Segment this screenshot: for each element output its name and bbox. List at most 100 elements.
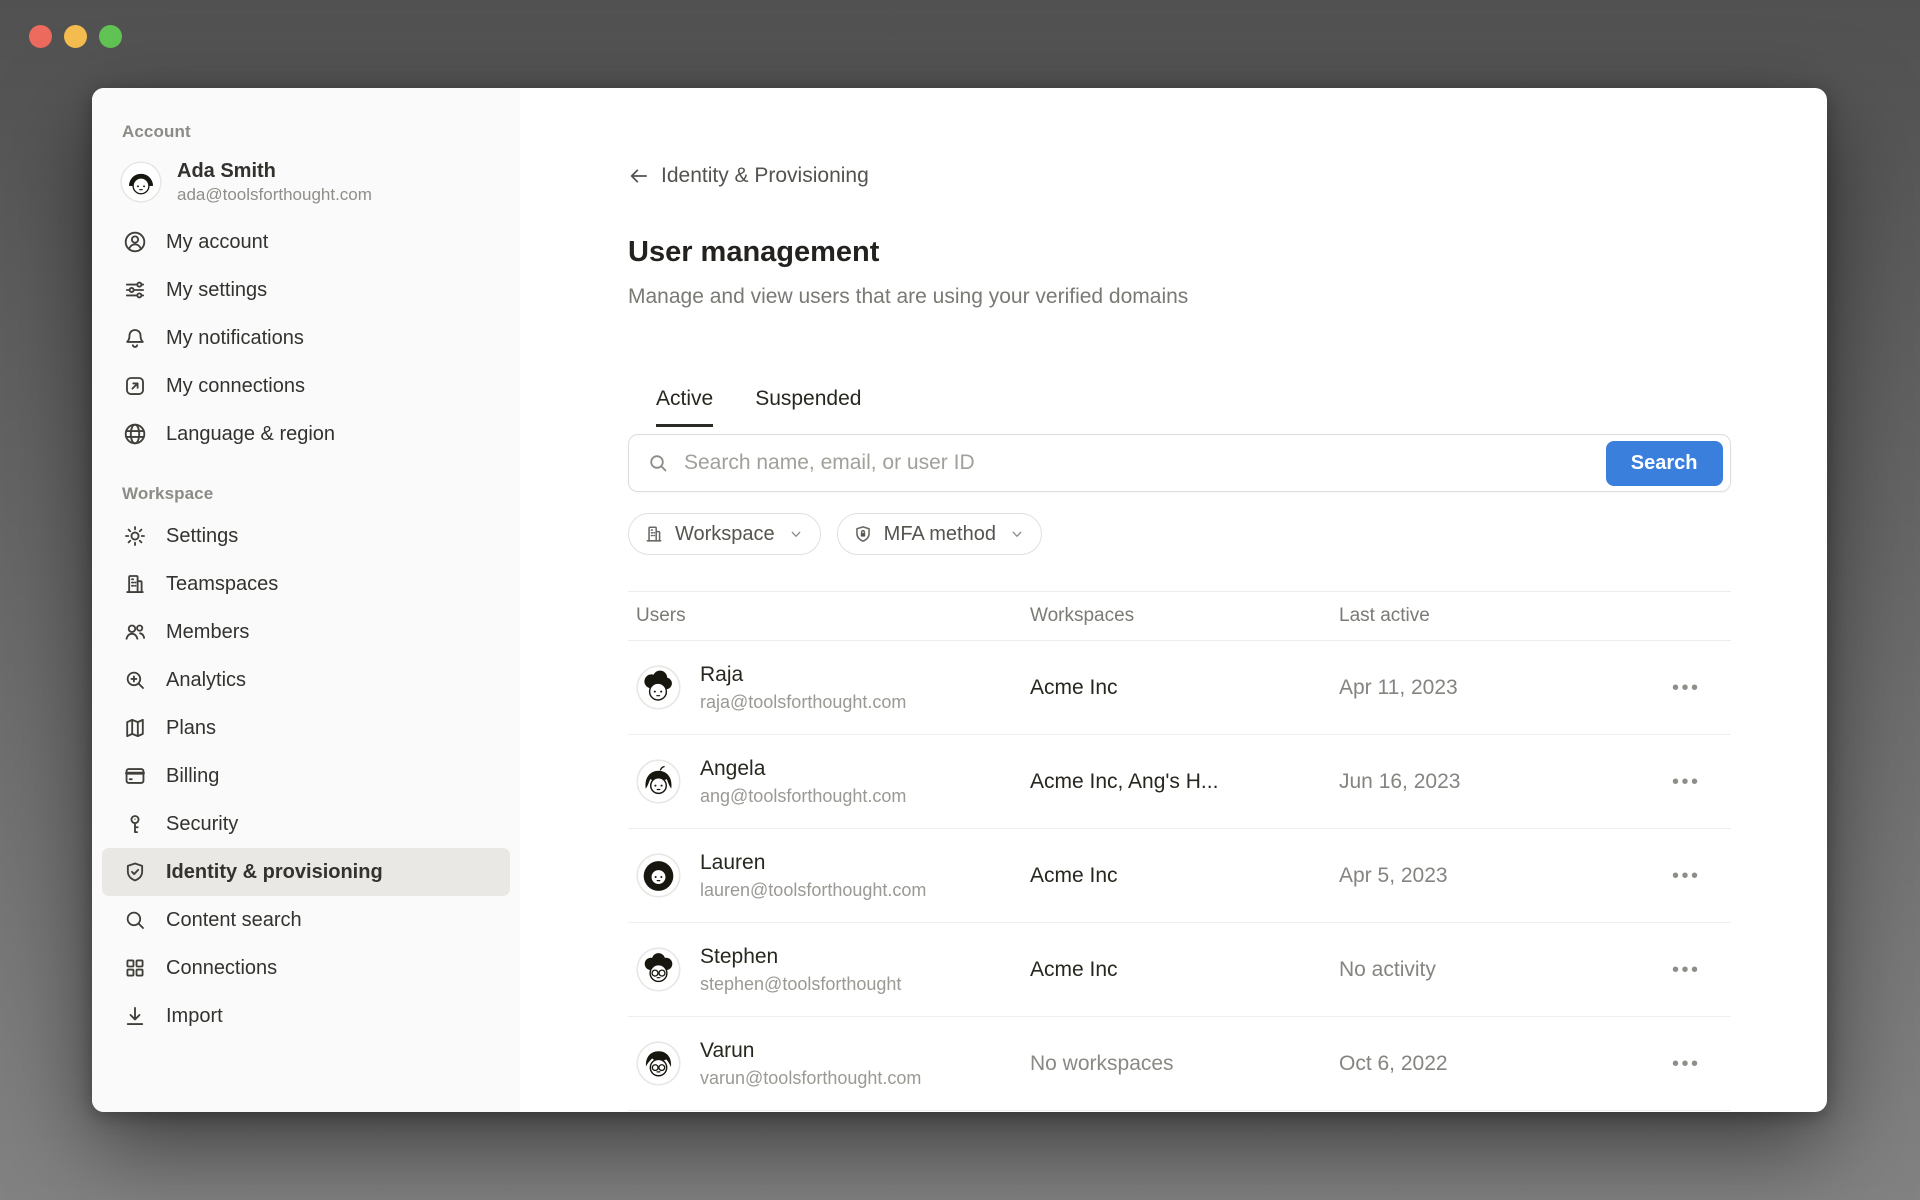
user-name: Angela — [700, 755, 906, 782]
search-bar: Search — [628, 434, 1731, 492]
magnifier-icon — [122, 907, 148, 933]
tab-active[interactable]: Active — [656, 387, 713, 427]
search-icon — [646, 451, 670, 475]
user-email: ada@toolsforthought.com — [177, 184, 372, 206]
workspaces-cell: Acme Inc — [1030, 864, 1339, 888]
user-avatar — [120, 161, 162, 203]
chevron-down-icon — [1008, 525, 1026, 543]
shield-check-icon — [122, 859, 148, 885]
last-active-cell: Jun 16, 2023 — [1339, 770, 1672, 794]
close-button[interactable] — [29, 25, 52, 48]
avatar — [636, 947, 681, 992]
map-icon — [122, 715, 148, 741]
sidebar-item-members[interactable]: Members — [102, 608, 510, 656]
user-cell: Varunvarun@toolsforthought.com — [636, 1037, 1030, 1090]
user-name: Raja — [700, 661, 906, 688]
zoom-button[interactable] — [99, 25, 122, 48]
settings-window: Account Ada Smith ada@toolsforthought.co… — [92, 88, 1827, 1112]
building-icon — [122, 571, 148, 597]
user-name: Varun — [700, 1037, 921, 1064]
sidebar-item-my-account[interactable]: My account — [102, 218, 510, 266]
sidebar-item-plans[interactable]: Plans — [102, 704, 510, 752]
row-menu-ellipsis-icon[interactable]: ••• — [1672, 866, 1723, 886]
table-row-lauren: Laurenlauren@toolsforthought.comAcme Inc… — [628, 829, 1731, 923]
column-header-last-active: Last active — [1339, 605, 1672, 627]
shield-lock-icon — [852, 523, 874, 545]
sidebar-item-label: Settings — [166, 523, 238, 549]
sidebar-item-my-notifications[interactable]: My notifications — [102, 314, 510, 362]
sidebar-item-label: Plans — [166, 715, 216, 741]
workspace-section-label: Workspace — [92, 484, 520, 504]
sidebar-item-label: My connections — [166, 373, 305, 399]
filter-chip-label: Workspace — [675, 523, 775, 546]
avatar — [636, 1041, 681, 1086]
account-section-label: Account — [92, 122, 520, 142]
chevron-down-icon — [787, 525, 805, 543]
row-menu-ellipsis-icon[interactable]: ••• — [1672, 960, 1723, 980]
sidebar-item-label: Language & region — [166, 421, 335, 447]
sidebar-item-my-settings[interactable]: My settings — [102, 266, 510, 314]
user-email: stephen@toolsforthought — [700, 972, 901, 996]
sidebar-item-label: Analytics — [166, 667, 246, 693]
workspaces-cell: Acme Inc — [1030, 676, 1339, 700]
users-table: UsersWorkspacesLast active Rajaraja@tool… — [628, 591, 1731, 1111]
row-menu-ellipsis-icon[interactable]: ••• — [1672, 772, 1723, 792]
last-active-cell: No activity — [1339, 958, 1672, 982]
filter-chip-label: MFA method — [884, 523, 996, 546]
bell-icon — [122, 325, 148, 351]
sidebar-item-label: My notifications — [166, 325, 304, 351]
last-active-cell: Apr 5, 2023 — [1339, 864, 1672, 888]
row-menu-ellipsis-icon[interactable]: ••• — [1672, 1054, 1723, 1074]
sidebar-item-analytics[interactable]: Analytics — [102, 656, 510, 704]
search-button[interactable]: Search — [1606, 441, 1723, 486]
user-name: Lauren — [700, 849, 926, 876]
user-cell: Rajaraja@toolsforthought.com — [636, 661, 1030, 714]
sidebar-item-connections[interactable]: Connections — [102, 944, 510, 992]
credit-card-icon — [122, 763, 148, 789]
sidebar-item-identity-provisioning[interactable]: Identity & provisioning — [102, 848, 510, 896]
sidebar-item-label: Members — [166, 619, 249, 645]
filter-chip-mfa-method[interactable]: MFA method — [837, 513, 1042, 555]
people-icon — [122, 619, 148, 645]
person-circle-icon — [122, 229, 148, 255]
filter-chip-workspace[interactable]: Workspace — [628, 513, 821, 555]
page-title: User management — [628, 234, 1731, 270]
last-active-cell: Oct 6, 2022 — [1339, 1052, 1672, 1076]
sidebar-item-label: My account — [166, 229, 268, 255]
minimize-button[interactable] — [64, 25, 87, 48]
sidebar-item-label: Billing — [166, 763, 219, 789]
table-row-raja: Rajaraja@toolsforthought.comAcme IncApr … — [628, 641, 1731, 735]
sidebar-item-teamspaces[interactable]: Teamspaces — [102, 560, 510, 608]
back-link-label: Identity & Provisioning — [661, 164, 869, 188]
back-link[interactable]: Identity & Provisioning — [628, 164, 1731, 188]
row-menu-ellipsis-icon[interactable]: ••• — [1672, 678, 1723, 698]
workspaces-cell: No workspaces — [1030, 1052, 1339, 1076]
table-row-stephen: Stephenstephen@toolsforthoughtAcme IncNo… — [628, 923, 1731, 1017]
user-cell: Angelaang@toolsforthought.com — [636, 755, 1030, 808]
sidebar-item-security[interactable]: Security — [102, 800, 510, 848]
workspaces-cell: Acme Inc — [1030, 958, 1339, 982]
column-header-workspaces: Workspaces — [1030, 605, 1339, 627]
grid-icon — [122, 955, 148, 981]
download-icon — [122, 1003, 148, 1029]
sidebar-item-label: Content search — [166, 907, 302, 933]
sidebar-item-billing[interactable]: Billing — [102, 752, 510, 800]
sidebar-item-content-search[interactable]: Content search — [102, 896, 510, 944]
key-icon — [122, 811, 148, 837]
account-user[interactable]: Ada Smith ada@toolsforthought.com — [92, 144, 520, 218]
user-email: lauren@toolsforthought.com — [700, 878, 926, 902]
page-subtitle: Manage and view users that are using you… — [628, 283, 1731, 311]
workspaces-cell: Acme Inc, Ang's H... — [1030, 770, 1339, 794]
magnifier-plus-icon — [122, 667, 148, 693]
sidebar-item-import[interactable]: Import — [102, 992, 510, 1040]
sidebar-item-my-connections[interactable]: My connections — [102, 362, 510, 410]
sidebar-item-language-region[interactable]: Language & region — [102, 410, 510, 458]
tab-suspended[interactable]: Suspended — [755, 387, 861, 427]
user-email: raja@toolsforthought.com — [700, 690, 906, 714]
user-name: Ada Smith — [177, 158, 372, 184]
building-icon — [643, 523, 665, 545]
user-cell: Laurenlauren@toolsforthought.com — [636, 849, 1030, 902]
user-cell: Stephenstephen@toolsforthought — [636, 943, 1030, 996]
sidebar-item-settings[interactable]: Settings — [102, 512, 510, 560]
search-input[interactable] — [682, 450, 1606, 476]
